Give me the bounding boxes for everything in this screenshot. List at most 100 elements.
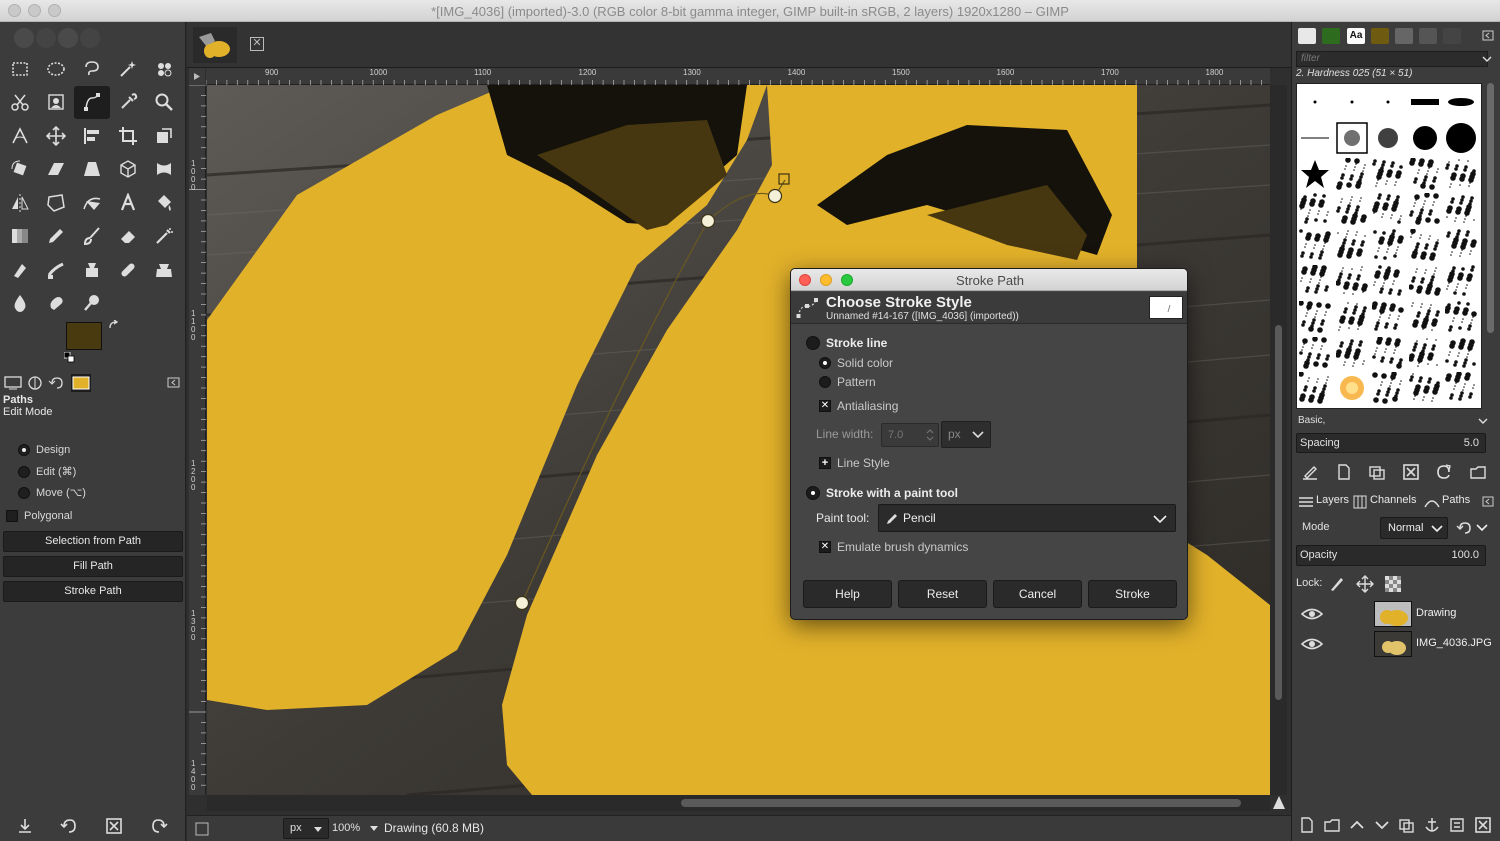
paint-dynamics-tab-icon[interactable] (1443, 28, 1461, 44)
brush-cell[interactable] (1370, 156, 1406, 192)
brush-cell[interactable] (1443, 227, 1479, 263)
brush-cell[interactable] (1297, 370, 1333, 406)
tool-move[interactable] (38, 119, 74, 153)
brush-cell[interactable] (1370, 191, 1406, 227)
help-button[interactable]: Help (803, 580, 892, 608)
tool-perspective-clone[interactable] (146, 253, 182, 287)
tool-3d-transform[interactable] (110, 153, 146, 187)
reset-button[interactable]: Reset (898, 580, 987, 608)
delete-options-icon[interactable] (104, 816, 124, 836)
tool-handle-transform[interactable] (74, 186, 110, 220)
brush-cell[interactable] (1407, 335, 1443, 371)
tab-layers[interactable]: Layers (1316, 494, 1349, 506)
brush-cell[interactable] (1334, 156, 1370, 192)
antialiasing-checkbox[interactable]: ✕ Antialiasing (819, 399, 898, 413)
images-tab-icon[interactable] (71, 374, 91, 392)
tool-pencil[interactable] (38, 220, 74, 254)
zoom-selector[interactable]: 100% (332, 818, 382, 839)
layer-row[interactable]: IMG_4036.JPG (1294, 629, 1499, 659)
brush-cell[interactable] (1370, 120, 1406, 156)
tool-blend[interactable] (2, 220, 38, 254)
brush-cell[interactable] (1297, 84, 1333, 120)
horizontal-ruler[interactable]: 900 1000 1100 1200 1300 1400 1500 1600 1700 1800 (206, 68, 1270, 85)
brush-set-row[interactable]: Basic, (1296, 412, 1492, 430)
tool-clone[interactable] (74, 253, 110, 287)
delete-layer-icon[interactable] (1474, 816, 1492, 834)
brush-cell[interactable] (1297, 191, 1333, 227)
brush-cell[interactable] (1370, 335, 1406, 371)
duplicate-brush-icon[interactable] (1367, 462, 1387, 482)
pattern-radio[interactable]: Pattern (819, 375, 876, 389)
tool-paintbrush[interactable] (74, 220, 110, 254)
visibility-eye-icon[interactable] (1301, 605, 1323, 623)
tool-presets-tab-icon[interactable] (1419, 28, 1437, 44)
visibility-eye-icon[interactable] (1301, 635, 1323, 653)
default-colors-icon[interactable] (64, 352, 76, 364)
tool-zoom[interactable] (146, 86, 182, 120)
brush-cell[interactable] (1334, 120, 1370, 156)
tool-cage-transform[interactable] (38, 186, 74, 220)
close-image-tab-icon[interactable]: ✕ (250, 37, 264, 51)
layer-mode-select[interactable]: Normal (1380, 517, 1448, 539)
brush-filter-input[interactable]: filter (1296, 51, 1488, 67)
tool-ink[interactable] (2, 253, 38, 287)
brush-cell[interactable] (1443, 370, 1479, 406)
tool-align[interactable] (74, 119, 110, 153)
brush-cell[interactable] (1334, 263, 1370, 299)
emulate-brush-dynamics-checkbox[interactable]: ✕ Emulate brush dynamics (819, 540, 968, 554)
selection-from-path-button[interactable]: Selection from Path (3, 531, 183, 552)
lock-alpha-icon[interactable] (1384, 575, 1402, 593)
fonts-tab-icon[interactable]: Aa (1347, 28, 1365, 44)
solid-color-radio[interactable]: Solid color (819, 356, 893, 370)
polygonal-checkbox[interactable]: Polygonal (6, 510, 72, 522)
new-brush-icon[interactable] (1334, 462, 1354, 482)
anchor-layer-icon[interactable] (1423, 816, 1441, 834)
layer-name[interactable]: IMG_4036.JPG (1416, 637, 1492, 649)
device-status-tab-icon[interactable] (25, 374, 45, 392)
brush-cell[interactable] (1334, 299, 1370, 335)
tool-mypaint-brush[interactable] (38, 253, 74, 287)
tool-select-by-color[interactable] (146, 52, 182, 86)
new-layer-icon[interactable] (1298, 816, 1316, 834)
brush-cell[interactable] (1443, 191, 1479, 227)
brush-cell[interactable] (1334, 335, 1370, 371)
patterns-tab-icon[interactable] (1322, 28, 1340, 44)
brush-cell[interactable] (1370, 263, 1406, 299)
brush-cell[interactable] (1443, 299, 1479, 335)
stroke-path-button[interactable]: Stroke Path (3, 581, 183, 602)
line-width-stepper-icon[interactable] (924, 426, 936, 444)
fill-path-button[interactable]: Fill Path (3, 556, 183, 577)
tool-rect-select[interactable] (2, 52, 38, 86)
line-width-unit-select[interactable]: px (941, 421, 991, 448)
open-brush-icon[interactable] (1468, 462, 1488, 482)
brush-cell[interactable] (1407, 156, 1443, 192)
merge-layer-icon[interactable] (1448, 816, 1466, 834)
tool-rotate[interactable] (2, 153, 38, 187)
opacity-slider[interactable]: Opacity 100.0 (1296, 545, 1486, 566)
brush-cell[interactable] (1297, 263, 1333, 299)
configure-tab-icon[interactable] (167, 374, 181, 392)
paint-tool-select[interactable]: Pencil (878, 504, 1176, 532)
brush-cell[interactable] (1407, 263, 1443, 299)
raise-layer-icon[interactable] (1348, 816, 1366, 834)
lower-layer-icon[interactable] (1373, 816, 1391, 834)
swap-colors-icon[interactable] (108, 320, 120, 332)
tool-blur-sharpen[interactable] (2, 287, 38, 321)
chevron-down-icon[interactable] (1482, 54, 1492, 64)
brush-cell[interactable] (1334, 84, 1370, 120)
brush-cell[interactable] (1334, 191, 1370, 227)
path-anchor[interactable] (514, 595, 530, 611)
brush-cell[interactable] (1407, 370, 1443, 406)
brush-grid[interactable] (1296, 83, 1482, 409)
brush-cell[interactable] (1334, 370, 1370, 406)
brush-cell[interactable] (1370, 227, 1406, 263)
tool-flip[interactable] (2, 186, 38, 220)
layer-name[interactable]: Drawing (1416, 607, 1456, 619)
tool-airbrush[interactable] (146, 220, 182, 254)
tool-eraser[interactable] (110, 220, 146, 254)
undo-history-tab-icon[interactable] (47, 374, 67, 392)
brush-cell[interactable] (1443, 120, 1479, 156)
canvas-horizontal-scrollbar[interactable] (207, 795, 1270, 811)
line-width-input[interactable]: 7.0 (881, 423, 939, 447)
tab-channels[interactable]: Channels (1370, 494, 1416, 506)
